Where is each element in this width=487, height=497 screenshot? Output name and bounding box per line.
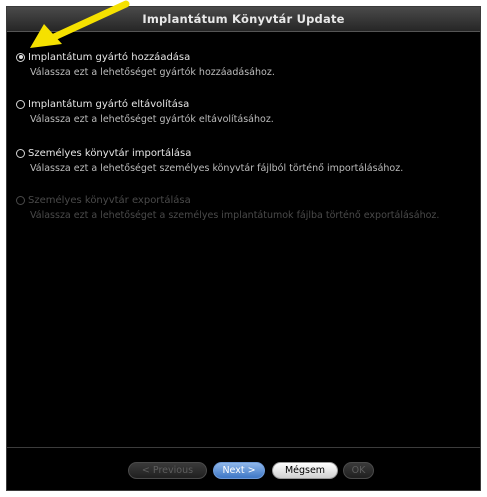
options-panel: Implantátum gyártó hozzáadása Válassza e…: [7, 32, 480, 447]
option-export-library-description: Válassza ezt a lehetőséget a személyes i…: [30, 210, 440, 221]
cancel-button[interactable]: Mégsem: [272, 462, 338, 479]
radio-export-library: [16, 195, 25, 205]
option-import-library[interactable]: Személyes könyvtár importálása Válassza …: [16, 145, 480, 174]
option-import-library-description: Válassza ezt a lehetőséget személyes kön…: [30, 163, 404, 174]
wizard-window: Implantátum Könyvtár Update Implantátum …: [6, 6, 481, 491]
option-export-library-label: Személyes könyvtár exportálása: [28, 194, 191, 206]
ok-button: OK: [343, 462, 374, 479]
option-remove-manufacturer-label: Implantátum gyártó eltávolítása: [28, 98, 190, 110]
option-remove-manufacturer[interactable]: Implantátum gyártó eltávolítása Válassza…: [16, 96, 480, 125]
option-export-library: Személyes könyvtár exportálása Válassza …: [16, 192, 480, 221]
radio-import-library[interactable]: [16, 148, 25, 158]
option-add-manufacturer-description: Válassza ezt a lehetőséget gyártók hozzá…: [30, 67, 275, 78]
radio-remove-manufacturer[interactable]: [16, 99, 25, 109]
next-button[interactable]: Next >: [213, 462, 265, 479]
button-bar: < Previous Next > Mégsem OK: [7, 448, 480, 490]
window-title: Implantátum Könyvtár Update: [7, 7, 480, 32]
previous-button: < Previous: [128, 462, 207, 479]
option-import-library-label: Személyes könyvtár importálása: [28, 147, 192, 159]
radio-add-manufacturer[interactable]: [16, 52, 25, 62]
option-add-manufacturer-label: Implantátum gyártó hozzáadása: [28, 51, 191, 63]
option-remove-manufacturer-description: Válassza ezt a lehetőséget gyártók eltáv…: [30, 114, 274, 125]
option-add-manufacturer[interactable]: Implantátum gyártó hozzáadása Válassza e…: [16, 49, 480, 78]
